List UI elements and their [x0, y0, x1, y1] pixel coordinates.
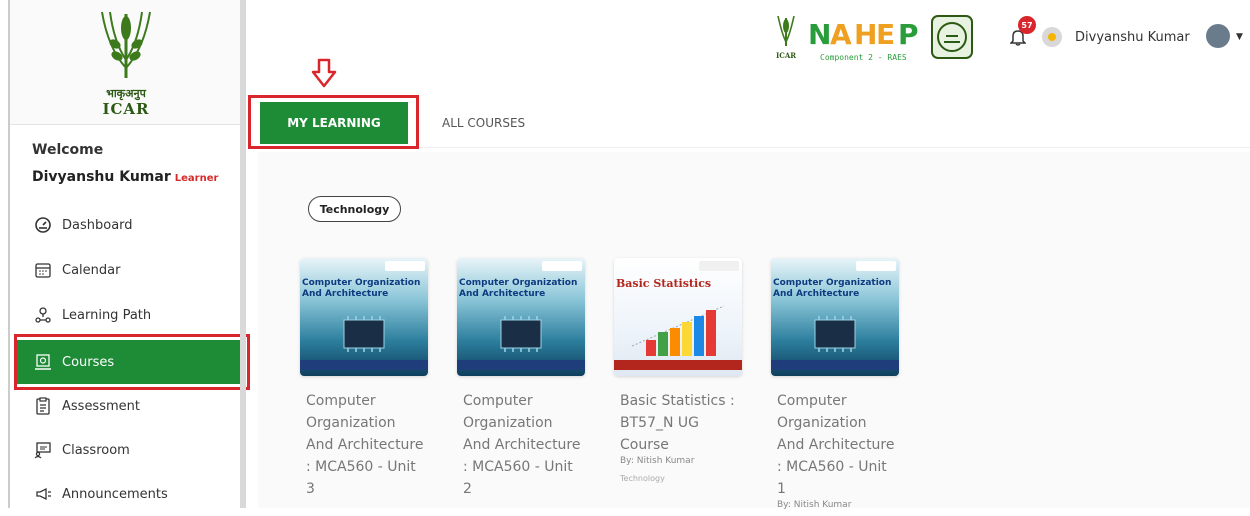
- sidebar-username-text: Divyanshu Kumar: [32, 169, 171, 185]
- sidebar-item-label: Classroom: [62, 442, 130, 458]
- bar-chart-icon: [631, 305, 725, 356]
- avatar[interactable]: [1206, 24, 1230, 48]
- courses-highlight-box: [14, 334, 250, 390]
- course-card[interactable]: Computer Organization And Architecture C…: [457, 258, 585, 500]
- course-thumbnail[interactable]: Computer Organization And Architecture: [300, 258, 428, 376]
- thumbnail-footer: [300, 360, 428, 370]
- category-filter-chip[interactable]: Technology: [308, 196, 401, 222]
- down-arrow-icon: [311, 58, 337, 92]
- calendar-icon: [34, 261, 52, 279]
- thumbnail-footer: [614, 360, 742, 370]
- thumbnail-footer: [457, 360, 585, 370]
- dashboard-icon: [34, 216, 52, 234]
- thumbnail-title: Computer Organization And Architecture: [459, 278, 578, 299]
- sidebar-username: Divyanshu Kumar Learner: [32, 169, 218, 185]
- svg-text:P: P: [898, 18, 919, 51]
- sidebar-item-label: Dashboard: [62, 217, 133, 233]
- user-role-badge: Learner: [174, 173, 219, 184]
- thumbnail-title: Basic Statistics: [616, 277, 712, 290]
- classroom-icon: [34, 441, 52, 459]
- course-card[interactable]: Computer Organization And Architecture C…: [300, 258, 428, 500]
- tab-all-courses[interactable]: ALL COURSES: [442, 102, 525, 144]
- sidebar: भाकृअनुप ICAR Welcome Divyanshu Kumar Lea…: [8, 0, 250, 508]
- nahep-mini-logo: [856, 261, 896, 271]
- sidebar-item-label: Calendar: [62, 262, 121, 278]
- my-learning-highlight-box: [248, 95, 419, 149]
- nahep-logo: ICAR N A H E P Component 2 - RAES: [774, 12, 984, 72]
- assessment-icon: [34, 397, 52, 415]
- sidebar-item-label: Learning Path: [62, 307, 152, 323]
- course-title[interactable]: Computer Organization And Architecture :…: [777, 390, 895, 500]
- course-title[interactable]: Computer Organization And Architecture :…: [463, 390, 581, 500]
- learning-tabs: MY LEARNING ALL COURSES: [248, 95, 1250, 149]
- course-title[interactable]: Computer Organization And Architecture :…: [306, 390, 424, 500]
- thumbnail-title: Computer Organization And Architecture: [773, 278, 892, 299]
- announcements-icon: [34, 485, 52, 503]
- logo-hindi-text: भाकृअनुप: [106, 87, 146, 100]
- course-author: By: Nitish Kumar: [777, 500, 852, 510]
- sidebar-scrollbar[interactable]: [240, 0, 246, 508]
- status-avatar[interactable]: [1042, 27, 1062, 47]
- svg-text:N: N: [808, 18, 831, 51]
- sidebar-item-calendar[interactable]: Calendar: [14, 248, 242, 292]
- course-thumbnail[interactable]: Basic Statistics: [614, 258, 742, 376]
- course-author: By: Nitish Kumar: [620, 456, 695, 466]
- sidebar-item-classroom[interactable]: Classroom: [14, 428, 242, 472]
- sidebar-item-label: Announcements: [62, 486, 168, 502]
- notification-count-badge: 57: [1018, 16, 1036, 34]
- welcome-label: Welcome: [32, 142, 104, 158]
- svg-text:Component 2 - RAES: Component 2 - RAES: [820, 53, 907, 62]
- nahep-mini-logo: [385, 261, 425, 271]
- course-thumbnail[interactable]: Computer Organization And Architecture: [457, 258, 585, 376]
- chip-icon: [343, 316, 385, 352]
- learning-path-icon: [34, 306, 52, 324]
- logo-english-text: ICAR: [102, 100, 150, 118]
- sidebar-item-announcements[interactable]: Announcements: [14, 472, 242, 516]
- svg-text:ICAR: ICAR: [776, 51, 796, 60]
- svg-text:E: E: [876, 18, 895, 51]
- icar-logo[interactable]: भाकृअनुप ICAR: [10, 0, 242, 125]
- chevron-down-icon[interactable]: ▼: [1236, 32, 1243, 42]
- nahep-logo-icon: ICAR N A H E P Component 2 - RAES: [776, 15, 973, 62]
- chip-icon: [500, 316, 542, 352]
- sidebar-item-dashboard[interactable]: Dashboard: [14, 203, 242, 247]
- course-thumbnail[interactable]: Computer Organization And Architecture: [771, 258, 899, 376]
- sidebar-item-learning-path[interactable]: Learning Path: [14, 293, 242, 337]
- course-card[interactable]: Basic Statistics Basic Statistics : BT57…: [614, 258, 742, 483]
- icar-wheat-icon: [101, 11, 151, 78]
- chip-icon: [814, 316, 856, 352]
- header-username[interactable]: Divyanshu Kumar: [1075, 30, 1190, 45]
- svg-text:H: H: [854, 18, 877, 51]
- course-title[interactable]: Basic Statistics : BT57_N UG Course: [620, 390, 738, 456]
- nahep-mini-logo: [542, 261, 582, 271]
- thumbnail-title: Computer Organization And Architecture: [302, 278, 421, 299]
- svg-text:A: A: [830, 18, 852, 51]
- top-bar: [248, 0, 1250, 90]
- sidebar-item-label: Assessment: [62, 398, 140, 414]
- course-card[interactable]: Computer Organization And Architecture C…: [771, 258, 899, 510]
- sidebar-item-assessment[interactable]: Assessment: [14, 384, 242, 428]
- nahep-mini-logo: [699, 261, 739, 271]
- course-category: Technology: [620, 474, 665, 483]
- thumbnail-footer: [771, 360, 899, 370]
